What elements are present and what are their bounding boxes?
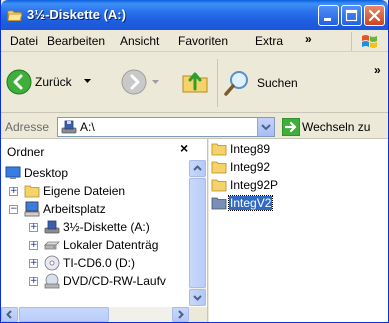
chevron-down-icon [261,124,271,131]
back-button[interactable]: Zurück [6,59,106,107]
explorer-window: 3½-Diskette (A:) Datei Bearbeiten Ansich… [0,0,389,323]
tree-item-label: Lokaler Datenträg [63,238,159,252]
forward-arrow-icon[interactable] [121,69,147,95]
close-icon [368,9,381,22]
folder-tree-horizontal-scrollbar[interactable] [1,307,189,322]
tree-item-local-disk[interactable]: + Lokaler Datenträg [5,236,189,254]
folder-icon [211,197,227,210]
tree-item-cd-d[interactable]: + TI-CD6.0 (D:) [5,254,189,272]
floppy-drive-icon [61,120,77,134]
expand-toggle[interactable]: + [29,277,38,286]
folder-pane-title: Ordner [7,145,45,159]
tree-item-eigene-dateien[interactable]: + Eigene Dateien [5,182,185,200]
address-bar: Adresse A:\ Wechseln zu [1,115,388,139]
toolbar-overflow-chevron[interactable]: » [374,63,381,77]
file-item-label: IntegV2 [227,195,274,211]
windows-flag-icon [362,35,377,48]
expand-toggle[interactable]: + [9,187,18,196]
dvd-icon [44,273,60,289]
forward-dropdown-icon[interactable] [152,80,159,85]
tree-item-label: Desktop [24,166,69,180]
tree-item-label: 3½-Diskette (A:) [63,220,150,234]
folder-icon [211,179,227,192]
file-item-label: Integ89 [230,142,271,156]
desktop-icon [5,166,21,179]
address-dropdown-button[interactable] [257,118,274,136]
computer-icon [24,201,40,217]
collapse-toggle[interactable]: − [9,205,18,214]
window-title: 3½-Diskette (A:) [27,7,126,22]
menu-overflow-chevron[interactable]: » [305,32,312,46]
address-value: A:\ [80,120,95,134]
tree-item-dvd-drive[interactable]: + DVD/CD-RW-Laufv [5,272,189,290]
back-arrow-icon [6,69,32,95]
folder-icon [211,161,227,174]
search-icon [224,71,248,96]
tree-item-arbeitsplatz[interactable]: − Arbeitsplatz [5,200,185,218]
back-dropdown-icon[interactable] [84,79,91,84]
folder-up-icon[interactable] [181,67,209,95]
search-label: Suchen [257,76,298,90]
minimize-button[interactable] [318,5,339,26]
address-label: Adresse [5,120,50,134]
folder-icon [211,143,227,156]
back-label: Zurück [35,75,72,89]
tree-item-label: TI-CD6.0 (D:) [63,256,135,270]
chevron-left-icon [6,310,12,319]
folder-open-icon [7,10,23,21]
address-input[interactable]: A:\ [57,117,275,137]
windows-logo [351,32,385,51]
tree-item-label: Eigene Dateien [43,184,126,198]
menu-bar: Datei Bearbeiten Ansicht Favoriten Extra… [1,30,388,52]
expand-toggle[interactable]: + [29,223,38,232]
harddisk-icon [44,241,60,250]
folder-icon [24,185,40,198]
expand-toggle[interactable]: + [29,241,38,250]
scroll-left-button[interactable] [1,307,18,322]
scroll-thumb[interactable] [189,178,206,288]
folder-pane-header: Ordner × [1,139,207,161]
title-bar[interactable]: 3½-Diskette (A:) [1,0,388,30]
menu-bearbeiten[interactable]: Bearbeiten [47,34,105,48]
file-list-pane: Integ89 Integ92 Integ92P IntegV2 [209,139,388,322]
close-button[interactable] [364,5,385,26]
menu-favoriten[interactable]: Favoriten [178,34,228,48]
search-button[interactable]: Suchen [223,63,303,103]
minimize-icon [324,18,331,21]
tree-item-label: Arbeitsplatz [43,202,106,216]
scrollbar-corner [189,307,207,322]
scroll-down-button[interactable] [189,289,206,306]
maximize-button[interactable] [341,5,362,26]
chevron-right-icon [178,310,184,319]
chevron-down-icon [193,295,202,301]
tree-item-floppy-a[interactable]: + 3½-Diskette (A:) [5,218,189,236]
expand-toggle[interactable]: + [29,259,38,268]
toolbar-separator [217,59,218,107]
go-arrow-icon[interactable] [282,118,300,136]
menu-extra[interactable]: Extra [255,34,283,48]
standard-toolbar: Zurück Suchen » [1,53,388,113]
menu-datei[interactable]: Datei [10,34,38,48]
go-label[interactable]: Wechseln zu [302,120,370,134]
scroll-right-button[interactable] [172,307,189,322]
floppy-icon [44,220,60,234]
folder-tree-pane: Ordner × Desktop + Eigene Dateien − Arbe… [1,139,208,322]
tree-item-label: DVD/CD-RW-Laufv [63,274,166,288]
menu-ansicht[interactable]: Ansicht [120,34,159,48]
file-item-label: Integ92P [230,178,279,192]
cd-icon [44,255,60,271]
scroll-up-button[interactable] [189,160,206,177]
chevron-up-icon [193,165,202,171]
folder-pane-close-button[interactable]: × [180,140,188,156]
maximize-icon [345,9,358,22]
file-item-label: Integ92 [230,160,271,174]
scroll-thumb-horizontal[interactable] [19,307,109,322]
folder-tree-vertical-scrollbar[interactable] [189,160,206,306]
folder-tree: Desktop + Eigene Dateien − Arbeitsplatz [1,161,189,307]
